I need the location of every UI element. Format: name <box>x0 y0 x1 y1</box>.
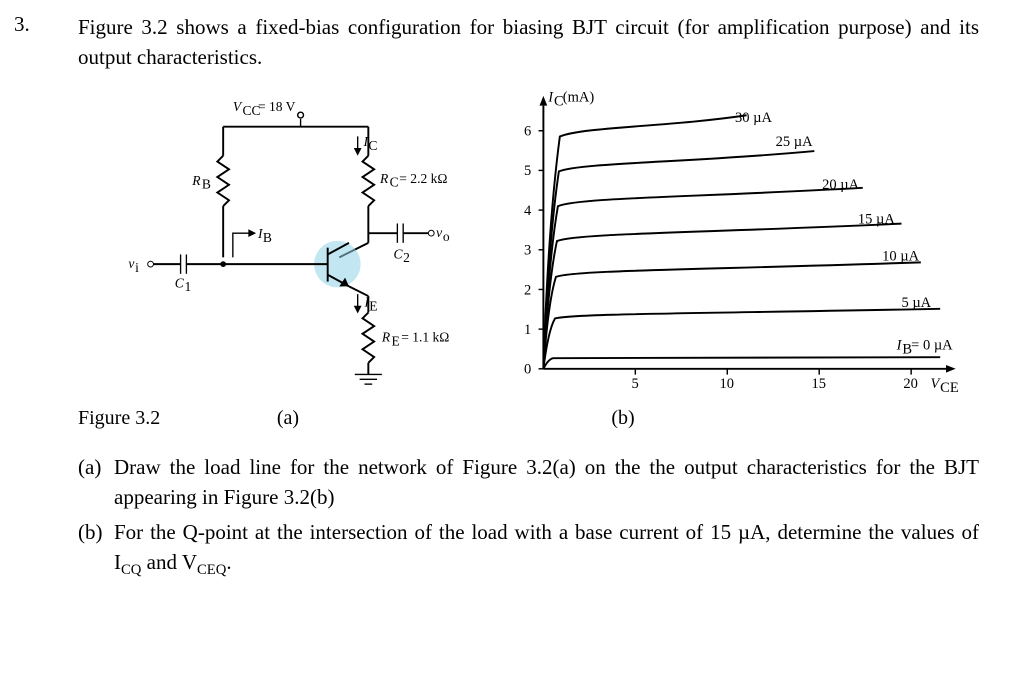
svg-text:= 18 V: = 18 V <box>258 99 296 114</box>
figure-label: Figure 3.2 <box>78 407 188 430</box>
svg-text:E: E <box>392 333 400 348</box>
subfigure-b-label: (b) <box>388 407 858 430</box>
question-parts: (a) Draw the load line for the network o… <box>78 452 979 582</box>
svg-text:10: 10 <box>720 376 735 392</box>
svg-text:15: 15 <box>812 376 827 392</box>
svg-text:= 2.2 kΩ: = 2.2 kΩ <box>399 171 447 186</box>
svg-text:= 0 µA: = 0 µA <box>911 337 953 353</box>
svg-text:v: v <box>436 225 442 240</box>
part-a-text: Draw the load line for the network of Fi… <box>114 452 979 513</box>
svg-text:5: 5 <box>632 376 639 392</box>
subfigure-a-label: (a) <box>188 407 388 430</box>
page: 3. Figure 3.2 shows a fixed-bias configu… <box>0 0 1019 684</box>
svg-text:3: 3 <box>524 242 531 258</box>
svg-text:5 µA: 5 µA <box>902 295 932 311</box>
svg-text:15 µA: 15 µA <box>858 212 895 228</box>
svg-text:20 µA: 20 µA <box>822 177 859 193</box>
output-characteristics-chart: .ax{stroke:#000;stroke-width:2;fill:none… <box>495 83 979 403</box>
intro-text: Figure 3.2 shows a fixed-bias configurat… <box>78 12 979 73</box>
question-number: 3. <box>14 12 30 37</box>
svg-text:20: 20 <box>904 376 919 392</box>
svg-text:30 µA: 30 µA <box>735 110 772 126</box>
svg-text:R: R <box>379 171 389 186</box>
svg-text:1: 1 <box>184 279 191 294</box>
svg-text:(mA): (mA) <box>563 90 595 106</box>
svg-text:C: C <box>368 138 377 153</box>
circuit-diagram: .wire{stroke:#000;stroke-width:2;fill:no… <box>78 83 465 393</box>
svg-text:= 1.1 kΩ: = 1.1 kΩ <box>401 329 449 344</box>
svg-text:25 µA: 25 µA <box>776 134 813 150</box>
svg-text:CE: CE <box>940 380 959 396</box>
svg-text:6: 6 <box>524 123 531 139</box>
caption-row: Figure 3.2 (a) (b) <box>78 407 979 430</box>
part-b-text: For the Q-point at the intersection of t… <box>114 517 979 582</box>
svg-text:C: C <box>175 275 185 290</box>
svg-text:R: R <box>381 329 391 344</box>
svg-text:10 µA: 10 µA <box>882 248 919 264</box>
svg-text:2: 2 <box>524 282 531 298</box>
svg-text:B: B <box>202 177 211 192</box>
svg-text:o: o <box>443 229 450 244</box>
part-a-letter: (a) <box>78 452 106 513</box>
part-a: (a) Draw the load line for the network o… <box>78 452 979 513</box>
svg-text:5: 5 <box>524 163 531 179</box>
svg-text:4: 4 <box>524 203 532 219</box>
svg-text:V: V <box>233 99 243 114</box>
svg-text:1: 1 <box>524 322 531 338</box>
svg-text:R: R <box>191 173 201 188</box>
figures-row: .wire{stroke:#000;stroke-width:2;fill:no… <box>78 83 979 403</box>
svg-text:C: C <box>393 246 403 261</box>
svg-text:v: v <box>128 256 134 271</box>
svg-text:C: C <box>390 175 399 190</box>
part-b: (b) For the Q-point at the intersection … <box>78 517 979 582</box>
svg-text:B: B <box>263 230 272 245</box>
svg-text:0: 0 <box>524 362 531 378</box>
svg-text:E: E <box>369 298 377 313</box>
svg-text:2: 2 <box>403 250 410 265</box>
svg-text:i: i <box>135 260 139 275</box>
part-b-letter: (b) <box>78 517 106 582</box>
